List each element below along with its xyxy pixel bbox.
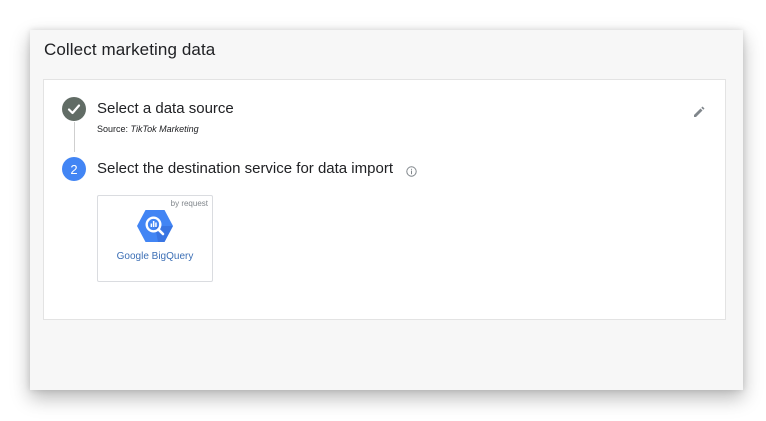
panel-title: Collect marketing data bbox=[44, 40, 216, 59]
step-2-number: 2 bbox=[70, 161, 78, 177]
step-connector-line bbox=[74, 122, 75, 152]
step-1-title[interactable]: Select a data source bbox=[97, 100, 234, 117]
by-request-badge: by request bbox=[170, 199, 208, 208]
step-1-source: Source: TikTok Marketing bbox=[97, 124, 199, 134]
edit-data-source-button[interactable] bbox=[692, 105, 706, 119]
steps-card: Select a data source Source: TikTok Mark… bbox=[43, 79, 726, 320]
collect-marketing-data-panel: Collect marketing data Select a data sou… bbox=[30, 30, 743, 390]
step-1-complete-indicator bbox=[62, 97, 86, 121]
pencil-icon bbox=[694, 106, 705, 117]
bigquery-logo bbox=[136, 209, 174, 243]
source-value: TikTok Marketing bbox=[130, 124, 199, 134]
step-2-title: Select the destination service for data … bbox=[97, 160, 393, 177]
check-icon bbox=[67, 104, 81, 115]
info-icon-glyph bbox=[406, 166, 417, 177]
source-label: Source: bbox=[97, 124, 129, 134]
step-2-number-badge: 2 bbox=[62, 157, 86, 181]
info-icon[interactable] bbox=[406, 164, 417, 177]
service-tile-google-bigquery[interactable]: by request Google BigQuery bbox=[97, 195, 213, 282]
screen: Collect marketing data Select a data sou… bbox=[0, 0, 766, 421]
service-name: Google BigQuery bbox=[116, 251, 194, 262]
